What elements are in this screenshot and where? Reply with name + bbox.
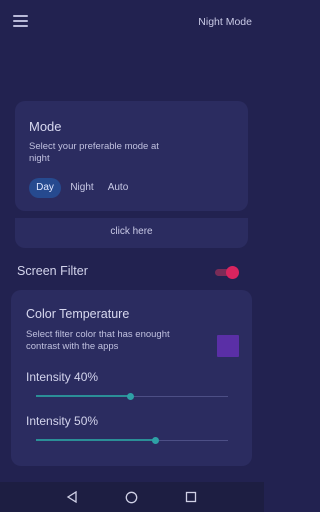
color-temperature-title: Color Temperature [26, 307, 130, 321]
mode-option-auto[interactable]: Auto [103, 178, 133, 198]
mode-card: Mode Select your preferable mode at nigh… [15, 101, 248, 211]
color-temperature-description: Select filter color that has enought con… [26, 329, 170, 352]
mode-option-day[interactable]: Day [29, 178, 61, 198]
back-triangle-icon[interactable] [66, 491, 78, 503]
slider-thumb[interactable] [151, 437, 159, 444]
screen-filter-toggle[interactable] [213, 266, 239, 279]
intensity-2-slider[interactable] [36, 436, 228, 446]
slider-fill [36, 395, 131, 397]
slider-thumb[interactable] [126, 393, 134, 400]
recent-square-icon[interactable] [185, 491, 197, 503]
hamburger-menu-icon[interactable] [13, 15, 28, 27]
slider-fill [36, 439, 156, 441]
click-here-button[interactable]: click here [15, 218, 248, 248]
color-temperature-card: Color Temperature Select filter color th… [11, 290, 252, 466]
mode-option-night[interactable]: Night [65, 178, 99, 198]
mode-description: Select your preferable mode at night [29, 141, 159, 164]
mode-title: Mode [29, 119, 62, 134]
screen: Night Mode Mode Select your preferable m… [0, 0, 264, 512]
color-swatch[interactable] [217, 335, 239, 357]
intensity-2-label: Intensity 50% [26, 414, 99, 428]
home-circle-icon[interactable] [125, 491, 138, 504]
app-title: Night Mode [198, 16, 252, 28]
system-navigation-bar [0, 482, 264, 512]
intensity-1-label: Intensity 40% [26, 370, 99, 384]
screen-filter-label: Screen Filter [17, 264, 88, 278]
click-here-label: click here [110, 226, 153, 237]
intensity-1-slider[interactable] [36, 392, 228, 402]
toggle-knob [226, 266, 239, 279]
top-bar: Night Mode [0, 0, 264, 44]
